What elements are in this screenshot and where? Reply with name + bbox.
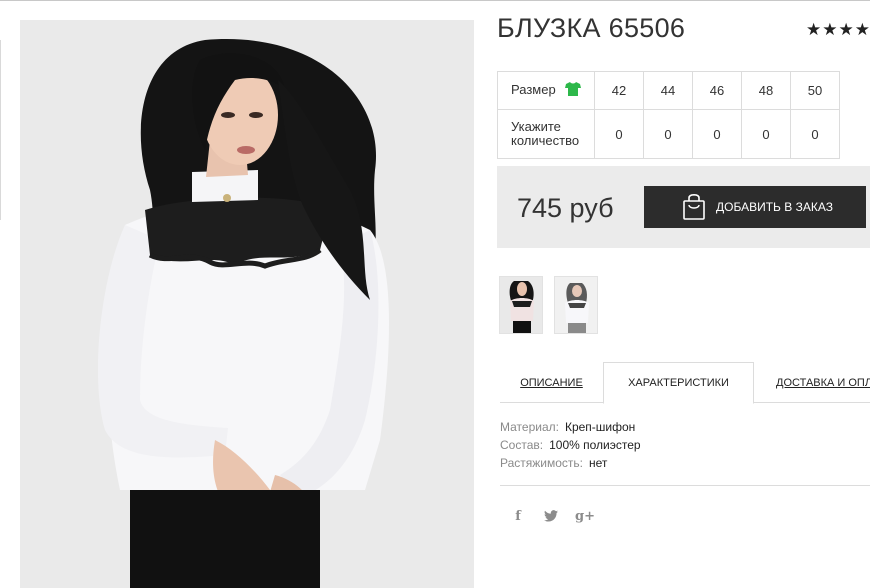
add-to-order-button[interactable]: ДОБАВИТЬ В ЗАКАЗ [644, 186, 866, 228]
facebook-icon[interactable]: f [508, 507, 528, 525]
size-table: Размер 42 44 46 48 50 Укажите количество… [497, 71, 840, 159]
characteristic-value: Креп-шифон [564, 420, 636, 434]
quantity-label-line2: количество [511, 133, 580, 148]
google-plus-icon[interactable]: g+ [575, 507, 595, 525]
characteristic-row-composition: Состав: 100% полиэстер [500, 436, 641, 454]
shopping-bag-icon [682, 194, 706, 220]
section-divider [500, 485, 870, 486]
size-label-cell: Размер [497, 71, 595, 110]
quantity-field-48[interactable]: 0 [741, 109, 791, 159]
product-thumbnail-1[interactable] [499, 276, 543, 334]
size-label: Размер [511, 81, 556, 97]
twitter-icon[interactable] [541, 507, 561, 525]
tab-delivery-payment[interactable]: ДОСТАВКА И ОПЛА [756, 362, 870, 403]
top-divider [0, 0, 870, 1]
size-option-44[interactable]: 44 [643, 71, 693, 110]
product-title: БЛУЗКА 65506 [497, 13, 686, 43]
product-main-photo[interactable] [20, 20, 474, 588]
shirt-icon[interactable] [565, 82, 582, 99]
quantity-field-50[interactable]: 0 [790, 109, 840, 159]
tab-description[interactable]: ОПИСАНИЕ [500, 362, 603, 403]
characteristic-key: Материал: [500, 420, 559, 434]
quantity-label-line1: Укажите [511, 119, 561, 134]
price-box: 745 руб ДОБАВИТЬ В ЗАКАЗ [497, 166, 870, 248]
quantity-field-42[interactable]: 0 [594, 109, 644, 159]
size-option-48[interactable]: 48 [741, 71, 791, 110]
quantity-field-46[interactable]: 0 [692, 109, 742, 159]
model-photo-illustration [20, 20, 474, 588]
size-option-46[interactable]: 46 [692, 71, 742, 110]
left-edge-divider [0, 40, 1, 220]
add-to-order-label: ДОБАВИТЬ В ЗАКАЗ [716, 200, 833, 214]
quantity-field-44[interactable]: 0 [643, 109, 693, 159]
quantity-label-cell: Укажите количество [497, 109, 595, 159]
product-thumbnail-2[interactable] [554, 276, 598, 334]
characteristic-row-stretch: Растяжимость: нет [500, 454, 641, 472]
characteristic-row-material: Материал: Креп-шифон [500, 418, 641, 436]
characteristic-value: 100% полиэстер [549, 438, 641, 452]
rating-stars[interactable]: ★★★★ [806, 20, 870, 40]
characteristic-key: Состав: [500, 438, 544, 452]
characteristics-list: Материал: Креп-шифон Состав: 100% полиэсте… [500, 418, 641, 472]
size-option-50[interactable]: 50 [790, 71, 840, 110]
characteristic-value: нет [589, 456, 608, 470]
size-option-42[interactable]: 42 [594, 71, 644, 110]
characteristic-key: Растяжимость: [500, 456, 584, 470]
product-price: 745 руб [517, 193, 614, 223]
tab-characteristics[interactable]: ХАРАКТЕРИСТИКИ [603, 362, 754, 404]
